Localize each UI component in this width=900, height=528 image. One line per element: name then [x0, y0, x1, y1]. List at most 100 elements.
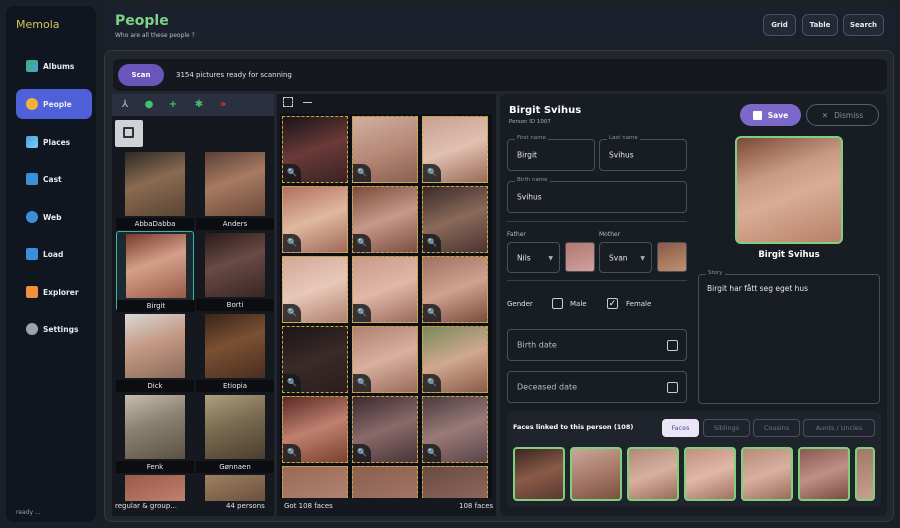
face-thumbnail[interactable]: 🔍: [282, 326, 348, 393]
sidebar-item-albums[interactable]: Albums: [16, 51, 92, 81]
face-thumbnail[interactable]: 🔍: [282, 186, 348, 253]
select-all-icon[interactable]: [283, 97, 293, 107]
zoom-icon[interactable]: 🔍: [283, 234, 301, 252]
male-checkbox[interactable]: [552, 298, 563, 309]
linked-face[interactable]: [570, 447, 622, 501]
people-filter[interactable]: regular & group...: [115, 502, 177, 510]
mother-select[interactable]: Svan ▼: [599, 242, 652, 273]
person-card[interactable]: Etiopia: [196, 312, 274, 392]
linked-face[interactable]: [627, 447, 679, 501]
zoom-icon[interactable]: 🔍: [283, 374, 301, 392]
face-thumbnail[interactable]: 🔍: [282, 256, 348, 323]
minus-icon[interactable]: [303, 102, 312, 103]
person-photo: [125, 395, 185, 459]
table-button[interactable]: Table: [802, 14, 838, 36]
person-photo: [205, 314, 265, 378]
person-card[interactable]: Gønnaen: [196, 393, 274, 473]
face-thumbnail[interactable]: 🔍: [352, 256, 418, 323]
linked-face[interactable]: [798, 447, 850, 501]
person-card[interactable]: Anders: [196, 150, 274, 230]
sidebar-item-cast[interactable]: Cast: [16, 164, 92, 194]
story-field[interactable]: Story Birgit har fått seg eget hus: [698, 270, 880, 404]
scan-bar: Scan 3154 pictures ready for scanning: [113, 59, 887, 91]
tab-faces[interactable]: Faces: [662, 419, 699, 437]
face-thumbnail[interactable]: 🔍: [422, 116, 488, 183]
linked-face[interactable]: [684, 447, 736, 501]
load-icon: [26, 248, 38, 260]
calendar-icon[interactable]: [667, 340, 678, 351]
zoom-icon[interactable]: 🔍: [283, 444, 301, 462]
tab-aunts-uncles[interactable]: Aunts / Uncles: [803, 419, 875, 437]
sidebar-item-web[interactable]: Web: [16, 202, 92, 232]
save-button[interactable]: Save: [740, 104, 801, 126]
zoom-icon[interactable]: 🔍: [423, 234, 441, 252]
last-name-field[interactable]: Last name Svihus: [599, 135, 687, 171]
zoom-icon[interactable]: 🔍: [283, 304, 301, 322]
female-checkbox[interactable]: ✓: [607, 298, 618, 309]
face-thumbnail[interactable]: 🔍: [352, 186, 418, 253]
first-name-field[interactable]: First name Birgit: [507, 135, 595, 171]
dismiss-button[interactable]: ✕ Dismiss: [806, 104, 879, 126]
person-card[interactable]: Dick: [116, 312, 194, 392]
tab-cousins[interactable]: Cousins: [753, 419, 800, 437]
birth-date-field[interactable]: Birth date: [507, 329, 687, 361]
face-thumbnail[interactable]: 🔍: [422, 256, 488, 323]
zoom-icon[interactable]: 🔍: [423, 374, 441, 392]
group-icon[interactable]: ✱: [192, 98, 206, 112]
zoom-icon[interactable]: 🔍: [423, 304, 441, 322]
zoom-icon[interactable]: 🔍: [423, 164, 441, 182]
person-card[interactable]: AbbaDabba: [116, 150, 194, 230]
birth-name-field[interactable]: Birth name Svihus: [507, 177, 687, 213]
sidebar-item-load[interactable]: Load: [16, 239, 92, 269]
face-thumbnail[interactable]: 🔍: [422, 396, 488, 463]
face-thumbnail[interactable]: 🔍: [422, 326, 488, 393]
field-value: Birgit: [517, 150, 537, 160]
tab-siblings[interactable]: Siblings: [703, 419, 750, 437]
face-thumbnail[interactable]: 🔍: [422, 186, 488, 253]
faces-status: Got 108 faces: [284, 502, 333, 510]
face-thumbnail[interactable]: 🔍: [282, 396, 348, 463]
zoom-icon[interactable]: 🔍: [353, 444, 371, 462]
deceased-date-field[interactable]: Deceased date: [507, 371, 687, 403]
scan-button[interactable]: Scan: [118, 64, 164, 86]
grid-button[interactable]: Grid: [763, 14, 796, 36]
calendar-icon[interactable]: [667, 382, 678, 393]
sidebar-item-label: People: [43, 99, 72, 109]
face-thumbnail[interactable]: 🔍: [282, 116, 348, 183]
person-card[interactable]: Birgit: [116, 231, 195, 312]
zoom-icon[interactable]: 🔍: [423, 444, 441, 462]
zoom-icon[interactable]: 🔍: [353, 234, 371, 252]
gender-label: Gender: [507, 300, 533, 308]
father-select[interactable]: Nils ▼: [507, 242, 560, 273]
sidebar-item-settings[interactable]: Settings: [16, 314, 92, 344]
person-icon[interactable]: ●: [142, 98, 156, 112]
person-card[interactable]: Fenk: [116, 393, 194, 473]
select-value: Svan: [609, 253, 628, 262]
person-card[interactable]: Borti: [196, 231, 274, 311]
search-button[interactable]: Search: [843, 14, 884, 36]
mother-thumbnail: [657, 242, 687, 272]
sidebar-item-people[interactable]: People: [16, 89, 92, 119]
face-thumbnail[interactable]: 🔍: [352, 396, 418, 463]
linked-face[interactable]: [741, 447, 793, 501]
zoom-icon[interactable]: 🔍: [353, 374, 371, 392]
merge-icon[interactable]: ⅄: [118, 98, 132, 112]
group-view-toggle[interactable]: [115, 120, 143, 147]
field-label: Last name: [607, 135, 640, 141]
sidebar-item-explorer[interactable]: Explorer: [16, 277, 92, 307]
forward-icon[interactable]: »: [216, 98, 230, 112]
face-thumbnail[interactable]: [352, 466, 418, 498]
face-thumbnail[interactable]: 🔍: [352, 326, 418, 393]
linked-face[interactable]: [513, 447, 565, 501]
add-icon[interactable]: +: [166, 98, 180, 112]
linked-face[interactable]: [855, 447, 875, 501]
zoom-icon[interactable]: 🔍: [353, 164, 371, 182]
face-thumbnail[interactable]: [422, 466, 488, 498]
zoom-icon[interactable]: 🔍: [283, 164, 301, 182]
face-thumbnail[interactable]: 🔍: [352, 116, 418, 183]
face-thumbnail[interactable]: [282, 466, 348, 498]
person-name: Fenk: [116, 461, 194, 473]
sidebar-item-places[interactable]: Places: [16, 127, 92, 157]
sidebar-item-label: Web: [43, 212, 62, 222]
zoom-icon[interactable]: 🔍: [353, 304, 371, 322]
